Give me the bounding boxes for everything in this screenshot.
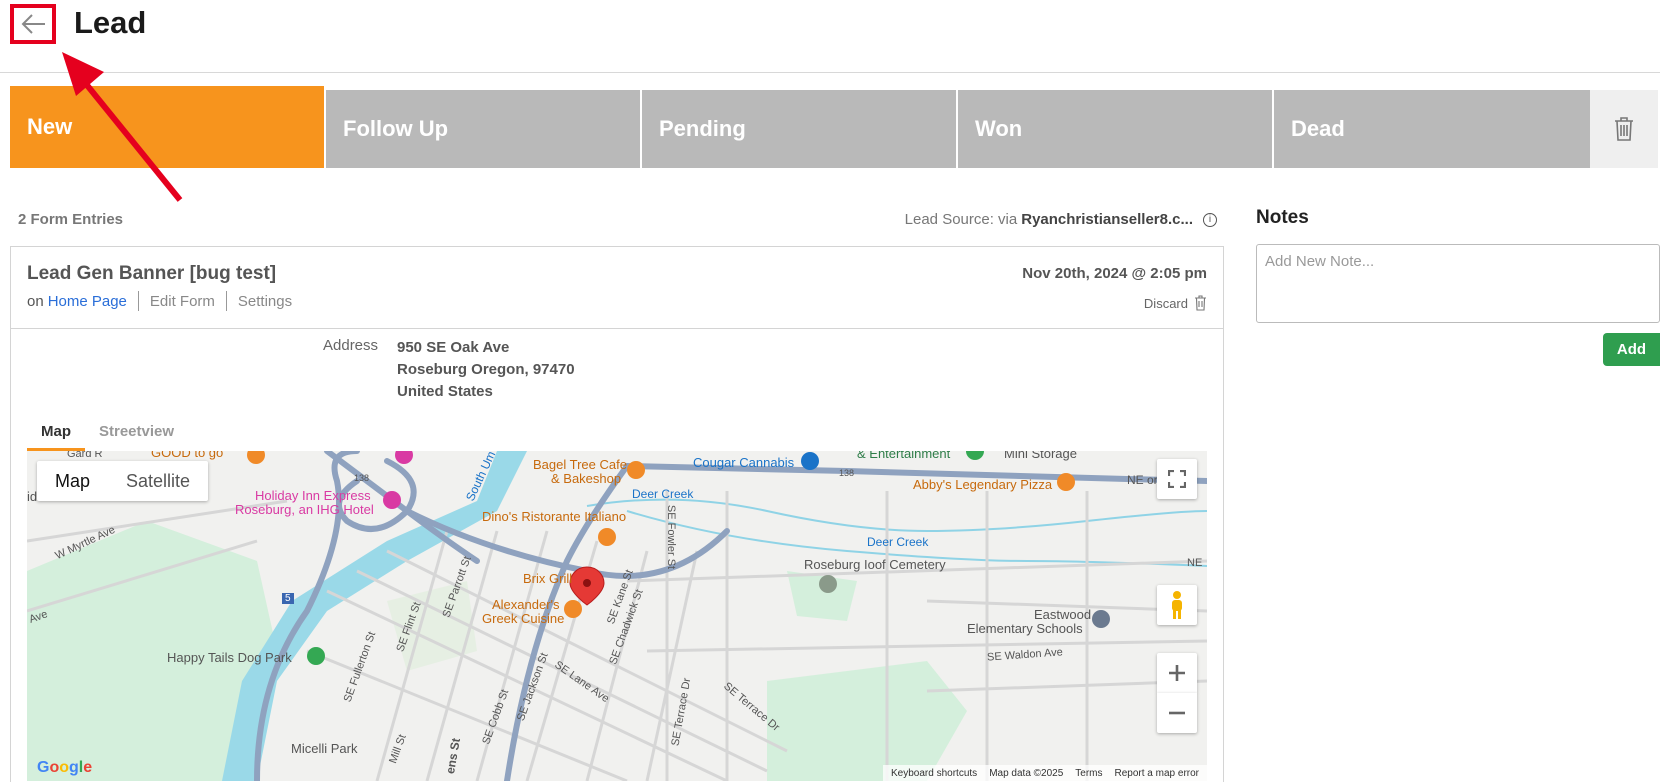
form-entries-count: 2 Form Entries [18,211,124,228]
map-label: 138 [839,468,855,478]
map-label: Eastwood [1034,607,1092,622]
plus-icon [1169,665,1185,681]
lead-source-value: Ryanchristianseller8.c... [1021,211,1193,228]
pegman-button[interactable] [1157,585,1197,625]
embedded-map[interactable]: Bagel Tree Cafe & Bakeshop Cougar Cannab… [27,451,1207,781]
map-footer: Keyboard shortcuts Map data ©2025 Terms … [883,765,1207,781]
map-label: 138 [354,473,370,483]
fullscreen-button[interactable] [1157,459,1197,499]
discard-button[interactable]: Discard [1144,295,1207,311]
trash-icon [1195,295,1206,311]
notes-title: Notes [1256,207,1309,228]
delete-lead-button[interactable] [1590,90,1658,168]
lead-source: Lead Source: via Ryanchristianseller8.c.… [905,211,1217,228]
tab-map[interactable]: Map [27,417,85,451]
address-value: 950 SE Oak Ave Roseburg Oregon, 97470 Un… [397,337,575,403]
info-icon[interactable]: i [1203,212,1217,227]
map-type-satellite[interactable]: Satellite [108,461,208,501]
map-label: Elementary Schools [967,621,1083,636]
map-label: Happy Tails Dog Park [167,650,292,665]
map-label: GOOD to go [151,451,224,460]
address-line: Roseburg Oregon, 97470 [397,361,575,378]
form-entry-title: Lead Gen Banner [bug test] [27,263,277,284]
new-note-input[interactable] [1256,244,1660,323]
map-label: Deer Creek [867,535,929,549]
zoom-out-button[interactable] [1157,693,1197,733]
map-label: & Bakeshop [551,471,622,486]
keyboard-shortcuts-link[interactable]: Keyboard shortcuts [891,768,977,779]
form-entry-card: Lead Gen Banner [bug test] on Home Page … [10,246,1224,782]
form-entry-links: on Home Page Edit Form Settings [27,291,292,311]
map-label: Roseburg, an IHG Hotel [235,502,374,517]
map-data-label: Map data ©2025 [989,767,1064,779]
trash-icon [1615,117,1633,141]
map-label: NE on [1127,473,1161,487]
map-view-tabs: Map Streetview [27,417,188,451]
back-button[interactable] [10,4,56,44]
fullscreen-icon [1168,470,1186,488]
map-type-toggle: Map Satellite [37,461,209,501]
report-map-error-link[interactable]: Report a map error [1115,768,1199,779]
minus-icon [1169,711,1185,715]
lead-source-prefix: Lead Source: via [904,211,1018,228]
map-label: 5 [282,593,294,604]
map-label: Brix Grill [523,571,573,586]
edit-form-link[interactable]: Edit Form [150,293,215,310]
map-label: SE Fowler St [665,504,678,570]
address-label: Address [323,337,379,354]
stage-new[interactable]: New [10,86,326,168]
map-label: Greek Cuisine [482,611,565,626]
zoom-in-button[interactable] [1157,653,1197,693]
address-line: United States [397,383,493,400]
map-label: NE [1187,557,1203,569]
google-logo: Google [37,759,93,776]
divider [225,291,227,311]
add-note-button[interactable]: Add [1603,333,1660,366]
map-label: Holiday Inn Express [255,488,371,503]
stage-pending[interactable]: Pending [642,90,958,168]
on-label: on [27,292,44,310]
map-label: Mini Storage [1004,451,1077,461]
map-label: Dino's Ristorante Italiano [482,509,627,524]
entry-date: Nov 20th, 2024 @ 2:05 pm [1022,265,1207,282]
map-label: Deer Creek [632,487,694,501]
arrow-left-icon [21,14,45,34]
map-label: Gard R [67,451,103,460]
map-label: Cougar Cannabis [693,455,795,470]
home-page-link[interactable]: Home Page [48,293,127,310]
settings-link[interactable]: Settings [238,293,292,310]
map-label: Abby's Legendary Pizza [913,477,1053,492]
map-label: Roseburg Ioof Cemetery [804,557,946,572]
stage-bar: New Follow Up Pending Won Dead [10,86,1658,168]
map-label: Alexander's [492,597,560,612]
pegman-icon [1172,591,1182,619]
map-label: Bagel Tree Cafe [533,457,627,472]
tab-streetview[interactable]: Streetview [85,417,188,451]
map-type-map[interactable]: Map [37,461,108,501]
address-line: 950 SE Oak Ave [397,339,510,356]
form-entry-header: Lead Gen Banner [bug test] on Home Page … [11,247,1223,329]
stage-won[interactable]: Won [958,90,1274,168]
terms-link[interactable]: Terms [1075,768,1102,779]
discard-label: Discard [1143,295,1188,311]
page-title: Lead [74,5,147,40]
stage-follow-up[interactable]: Follow Up [326,90,642,168]
divider [137,291,139,311]
page-header: Lead [0,0,1660,73]
stage-dead[interactable]: Dead [1274,90,1590,168]
map-label: & Entertainment [857,451,951,461]
map-label: Micelli Park [291,741,358,756]
